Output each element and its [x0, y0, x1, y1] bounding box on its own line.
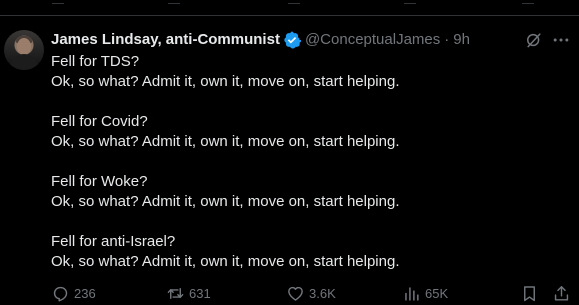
post-paragraph: Fell for TDS? Ok, so what? Admit it, own… [51, 52, 566, 92]
share-button[interactable] [552, 282, 575, 304]
author-display-name[interactable]: James Lindsay, anti-Communist [51, 30, 280, 50]
paragraph-answer: Ok, so what? Admit it, own it, move on, … [51, 193, 400, 210]
like-count: 3.6K [309, 285, 336, 301]
previous-post-edge [0, 0, 579, 14]
paragraph-question: Fell for Woke? [51, 173, 148, 190]
like-button[interactable]: 3.6K [286, 282, 336, 304]
repost-button[interactable]: 631 [166, 282, 211, 304]
bookmark-button[interactable] [520, 282, 543, 304]
paragraph-answer: Ok, so what? Admit it, own it, move on, … [51, 73, 400, 90]
post-paragraph: Fell for Covid? Ok, so what? Admit it, o… [51, 112, 566, 152]
more-icon[interactable] [551, 30, 571, 50]
post-text: Fell for TDS? Ok, so what? Admit it, own… [51, 52, 566, 272]
avatar[interactable] [4, 30, 44, 70]
post-divider [0, 15, 579, 16]
paragraph-question: Fell for Covid? [51, 113, 148, 130]
share-icon [554, 285, 569, 301]
repost-count: 631 [189, 285, 211, 301]
paragraph-answer: Ok, so what? Admit it, own it, move on, … [51, 133, 400, 150]
views-button[interactable]: 65K [402, 282, 448, 304]
paragraph-answer: Ok, so what? Admit it, own it, move on, … [51, 253, 400, 270]
grok-icon[interactable] [524, 30, 544, 50]
repost-icon [167, 287, 184, 299]
paragraph-question: Fell for anti-Israel? [51, 233, 176, 250]
verified-badge-icon [284, 31, 301, 49]
reply-count: 236 [74, 285, 96, 301]
meta-separator: · [444, 31, 450, 48]
action-bar: 236 631 3.6K 65K [0, 282, 579, 304]
reply-button[interactable]: 236 [51, 282, 96, 304]
post-timestamp[interactable]: 9h [453, 30, 470, 50]
post-paragraph: Fell for anti-Israel? Ok, so what? Admit… [51, 232, 566, 272]
post-header: James Lindsay, anti-Communist @Conceptua… [51, 30, 470, 50]
bookmark-icon [524, 285, 535, 301]
post-paragraph: Fell for Woke? Ok, so what? Admit it, ow… [51, 172, 566, 212]
view-count: 65K [425, 285, 449, 301]
views-icon [405, 286, 419, 301]
reply-icon [53, 286, 68, 301]
author-handle[interactable]: @ConceptualJames [305, 30, 440, 50]
paragraph-question: Fell for TDS? [51, 53, 140, 70]
heart-icon [288, 286, 303, 301]
